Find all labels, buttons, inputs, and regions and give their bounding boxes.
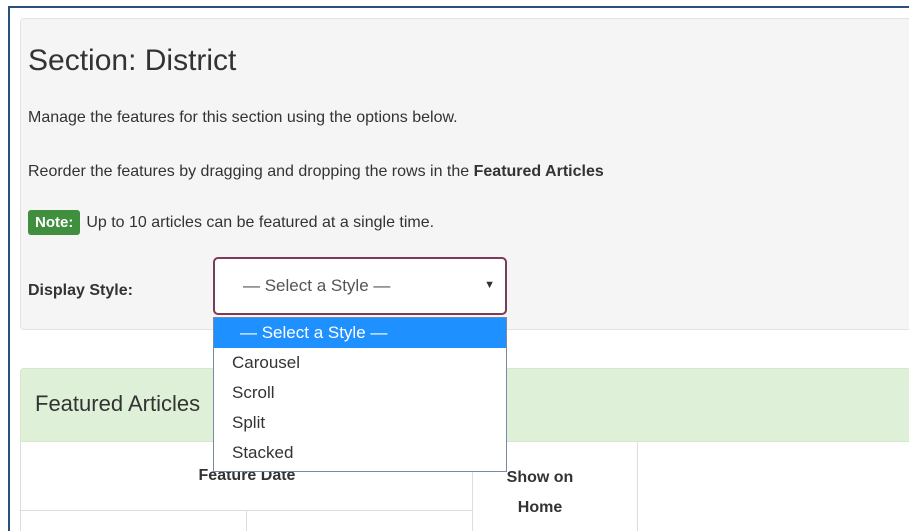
show-on-home-label: Show on Home (506, 469, 574, 516)
reorder-instructions: Reorder the features by dragging and dro… (28, 163, 604, 181)
display-style-label: Display Style: (28, 282, 133, 299)
style-option-scroll[interactable]: Scroll (214, 378, 506, 408)
reorder-bold-text: Featured Articles (473, 163, 604, 180)
caret-down-icon: ▼ (484, 279, 495, 291)
table-subcell (247, 511, 473, 531)
display-style-select[interactable]: — Select a Style — ▼ (213, 257, 507, 315)
note-text: Up to 10 articles can be featured at a s… (86, 214, 435, 231)
page-frame: Section: District Manage the features fo… (8, 6, 909, 531)
intro-text: Manage the features for this section usi… (28, 109, 458, 126)
table-subcell (21, 511, 247, 531)
featured-panel-title: Featured Articles (35, 391, 201, 416)
style-option-carousel[interactable]: Carousel (214, 348, 506, 378)
page-title: Section: District (28, 44, 237, 77)
reorder-text: Reorder the features by dragging and dro… (28, 163, 474, 180)
display-style-dropdown: — Select a Style — Carousel Scroll Split… (213, 317, 507, 472)
select-value: — Select a Style — (243, 276, 391, 295)
note-row: Note: Up to 10 articles can be featured a… (28, 210, 434, 235)
note-badge: Note: (28, 210, 81, 235)
style-option-none[interactable]: — Select a Style — (214, 318, 506, 348)
style-option-stacked[interactable]: Stacked (214, 438, 506, 468)
style-option-split[interactable]: Split (214, 408, 506, 438)
